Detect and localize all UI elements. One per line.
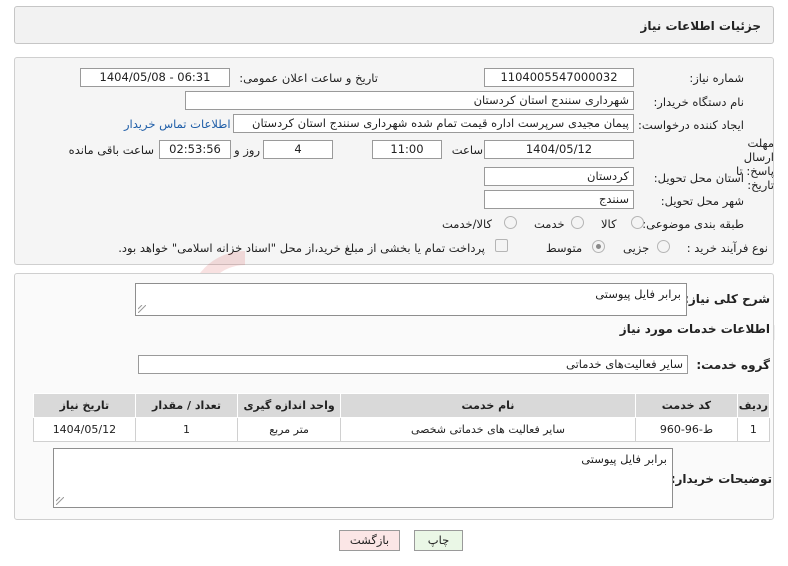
purchase-type-medium-label: متوسط [546, 241, 583, 255]
deadline-time-field: 11:00 [372, 140, 442, 159]
cell-qty: 1 [134, 417, 239, 442]
category-label: طبقه بندی موضوعی: [642, 217, 744, 231]
buyer-contact-link[interactable]: اطلاعات تماس خریدار [124, 117, 231, 131]
general-desc-textarea: برابر فایل پیوستی [135, 283, 687, 316]
col-unit-header: واحد اندازه گیری [237, 393, 341, 418]
province-field: کردستان [484, 167, 634, 186]
cell-date: 1404/05/12 [33, 417, 136, 442]
treasury-payment-checkbox[interactable] [495, 239, 508, 252]
treasury-payment-note: پرداخت تمام یا بخشی از مبلغ خرید،از محل … [118, 241, 485, 255]
days-label: روز و [234, 143, 260, 157]
announce-date-field: 1404/05/08 - 06:31 [80, 68, 230, 87]
remaining-time-label: ساعت باقی مانده [68, 143, 154, 157]
print-button[interactable]: چاپ [414, 530, 463, 551]
general-desc-label: شرح کلی نیاز: [684, 292, 770, 306]
requester-field: پیمان مجیدی سرپرست اداره قیمت تمام شده ش… [233, 114, 634, 133]
deadline-time-label: ساعت [451, 143, 483, 157]
requester-label: ایجاد کننده درخواست: [638, 118, 744, 132]
back-button[interactable]: بازگشت [339, 530, 400, 551]
service-group-field: سایر فعالیت‌های خدماتی [138, 355, 688, 374]
services-table: ردیف کد خدمت نام خدمت واحد اندازه گیری ت… [33, 393, 771, 442]
remaining-time-field: 02:53:56 [159, 140, 231, 159]
purchase-type-minor-label: جزیی [623, 241, 650, 255]
deadline-date-field: 1404/05/12 [484, 140, 634, 159]
category-both-radio[interactable] [504, 216, 517, 229]
col-name-header: نام خدمت [339, 393, 637, 418]
purchase-type-minor-radio[interactable] [657, 240, 670, 253]
table-row: 1 ط-96-960 سایر فعالیت های خدماتی شخصی م… [33, 417, 771, 442]
category-service-radio[interactable] [571, 216, 584, 229]
cell-row: 1 [736, 417, 771, 442]
buyer-notes-text: برابر فایل پیوستی [581, 452, 667, 466]
need-info-panel [14, 57, 774, 265]
page-title: جزئیات اطلاعات نیاز [640, 19, 761, 33]
remaining-days-field: 4 [263, 140, 333, 159]
buyer-notes-label: توضیحات خریدار: [670, 472, 772, 486]
services-section-title: اطلاعات خدمات مورد نیاز [619, 322, 770, 336]
cell-unit: متر مربع [237, 417, 341, 442]
cell-code: ط-96-960 [635, 417, 738, 442]
need-number-label: شماره نیاز: [689, 71, 744, 85]
resize-grip-icon[interactable] [138, 305, 146, 313]
table-header-row: ردیف کد خدمت نام خدمت واحد اندازه گیری ت… [33, 393, 771, 418]
col-qty-header: تعداد / مقدار [134, 393, 239, 418]
resize-grip-icon[interactable] [56, 497, 64, 505]
service-group-label: گروه خدمت: [696, 358, 770, 372]
cell-name: سایر فعالیت های خدماتی شخصی [339, 417, 637, 442]
announce-date-label: تاریخ و ساعت اعلان عمومی: [239, 71, 378, 85]
page-header: جزئیات اطلاعات نیاز [14, 6, 774, 44]
purchase-type-label: نوع فرآیند خرید : [686, 241, 768, 255]
category-goods-radio[interactable] [631, 216, 644, 229]
category-service-label: خدمت [534, 217, 565, 231]
col-date-header: تاریخ نیاز [33, 393, 136, 418]
purchase-type-medium-radio[interactable] [592, 240, 605, 253]
col-code-header: کد خدمت [635, 393, 738, 418]
general-desc-text: برابر فایل پیوستی [595, 287, 681, 301]
city-label: شهر محل تحویل: [660, 194, 744, 208]
buyer-notes-textarea: برابر فایل پیوستی [53, 448, 673, 508]
city-field: سنندج [484, 190, 634, 209]
category-both-label: کالا/خدمت [442, 217, 493, 231]
category-goods-label: کالا [601, 217, 617, 231]
province-label: استان محل تحویل: [653, 171, 744, 185]
buyer-org-field: شهرداری سنندج استان کردستان [185, 91, 634, 110]
buyer-org-label: نام دستگاه خریدار: [653, 95, 744, 109]
col-row-header: ردیف [736, 393, 771, 418]
need-number-field: 1104005547000032 [484, 68, 634, 87]
